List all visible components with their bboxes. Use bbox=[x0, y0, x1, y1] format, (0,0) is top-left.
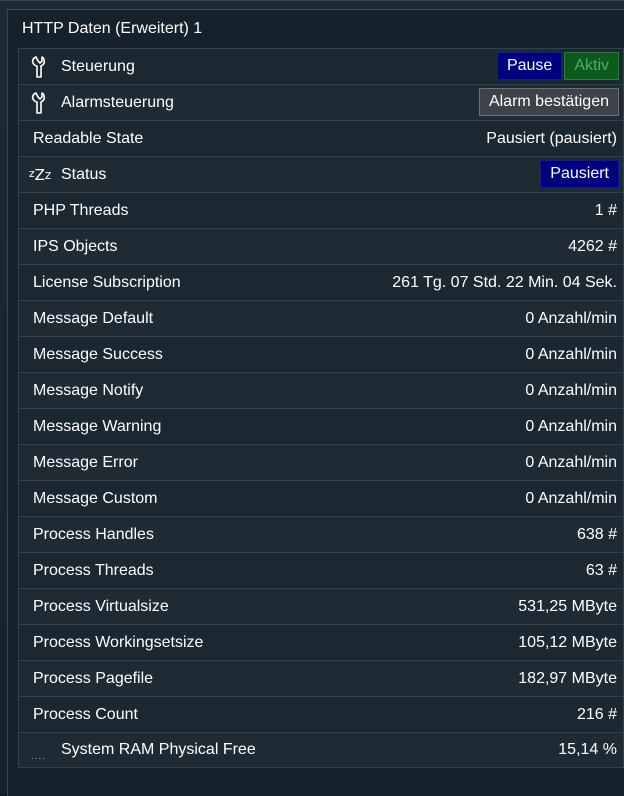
row-value: 105,12 MByte bbox=[518, 633, 617, 651]
variable-table: Steuerung Pause Aktiv Alarmsteuerung Ala… bbox=[18, 48, 624, 768]
row-label: Readable State bbox=[33, 129, 144, 147]
row-label: Message Notify bbox=[33, 381, 144, 399]
aktiv-button[interactable]: Aktiv bbox=[564, 52, 619, 80]
row-status: zZz Status Pausiert bbox=[18, 156, 624, 192]
wrench-icon bbox=[25, 85, 55, 121]
row-value: 0 Anzahl/min bbox=[525, 381, 617, 399]
row-message-notify: Message Notify 0 Anzahl/min bbox=[18, 372, 624, 408]
row-label: Message Error bbox=[33, 453, 138, 471]
row-process-virtualsize: Process Virtualsize 531,25 MByte bbox=[18, 588, 624, 624]
row-label: Message Default bbox=[33, 309, 154, 327]
row-message-success: Message Success 0 Anzahl/min bbox=[18, 336, 624, 372]
row-label: Status bbox=[61, 165, 107, 183]
row-readable-state: Readable State Pausiert (pausiert) bbox=[18, 120, 624, 156]
row-process-threads: Process Threads 63 # bbox=[18, 552, 624, 588]
widget-title: HTTP Daten (Erweitert) 1 bbox=[22, 20, 203, 37]
pause-button[interactable]: Pause bbox=[496, 52, 563, 80]
row-process-count: Process Count 216 # bbox=[18, 696, 624, 732]
row-value: 182,97 MByte bbox=[518, 669, 617, 687]
row-label: IPS Objects bbox=[33, 237, 118, 255]
row-value: 0 Anzahl/min bbox=[525, 489, 617, 507]
row-process-pagefile: Process Pagefile 182,97 MByte bbox=[18, 660, 624, 696]
steuerung-button-group: Pause Aktiv bbox=[496, 52, 619, 80]
wrench-icon bbox=[25, 49, 55, 85]
row-label: Process Virtualsize bbox=[33, 597, 169, 615]
row-label: Message Warning bbox=[33, 417, 162, 435]
alarm-confirm-button[interactable]: Alarm bestätigen bbox=[478, 88, 619, 116]
row-label: Alarmsteuerung bbox=[61, 93, 174, 111]
row-license-subscription: License Subscription 261 Tg. 07 Std. 22 … bbox=[18, 264, 624, 300]
row-process-workingsetsize: Process Workingsetsize 105,12 MByte bbox=[18, 624, 624, 660]
widget-panel: HTTP Daten (Erweitert) 1 Steuerung Pause… bbox=[7, 9, 624, 796]
row-label: License Subscription bbox=[33, 273, 181, 291]
row-label: Process Count bbox=[33, 705, 138, 723]
row-label: PHP Threads bbox=[33, 201, 129, 219]
row-message-custom: Message Custom 0 Anzahl/min bbox=[18, 480, 624, 516]
alarm-button-group: Alarm bestätigen bbox=[478, 88, 619, 116]
row-alarmsteuerung: Alarmsteuerung Alarm bestätigen bbox=[18, 84, 624, 120]
row-value: 0 Anzahl/min bbox=[525, 309, 617, 327]
row-value: 1 # bbox=[594, 201, 617, 219]
window-frame: HTTP Daten (Erweitert) 1 Steuerung Pause… bbox=[0, 0, 624, 796]
row-label: Process Handles bbox=[33, 525, 154, 543]
sleep-icon: zZz bbox=[28, 166, 52, 184]
row-value: 15,14 % bbox=[558, 741, 617, 758]
row-php-threads: PHP Threads 1 # bbox=[18, 192, 624, 228]
row-process-handles: Process Handles 638 # bbox=[18, 516, 624, 552]
row-value: 216 # bbox=[576, 705, 617, 723]
status-pausiert-button[interactable]: Pausiert bbox=[540, 160, 619, 188]
row-value: 531,25 MByte bbox=[518, 597, 617, 615]
row-label: Message Success bbox=[33, 345, 163, 363]
row-message-warning: Message Warning 0 Anzahl/min bbox=[18, 408, 624, 444]
row-message-default: Message Default 0 Anzahl/min bbox=[18, 300, 624, 336]
row-message-error: Message Error 0 Anzahl/min bbox=[18, 444, 624, 480]
row-value: 638 # bbox=[576, 525, 617, 543]
row-label: Process Workingsetsize bbox=[33, 633, 204, 651]
row-value: 4262 # bbox=[568, 237, 617, 255]
row-value: 0 Anzahl/min bbox=[525, 453, 617, 471]
status-button-group: Pausiert bbox=[540, 160, 619, 188]
row-value: 0 Anzahl/min bbox=[525, 417, 617, 435]
row-steuerung: Steuerung Pause Aktiv bbox=[18, 48, 624, 84]
row-label: Process Threads bbox=[33, 561, 154, 579]
row-value: 63 # bbox=[585, 561, 617, 579]
row-value: 261 Tg. 07 Std. 22 Min. 04 Sek. bbox=[392, 273, 617, 291]
row-value: 0 Anzahl/min bbox=[525, 345, 617, 363]
row-ips-objects: IPS Objects 4262 # bbox=[18, 228, 624, 264]
row-system-ram-free: .... System RAM Physical Free 15,14 % bbox=[18, 732, 624, 768]
row-label: Process Pagefile bbox=[33, 669, 154, 687]
dots-icon: .... bbox=[31, 751, 47, 762]
row-value: Pausiert (pausiert) bbox=[486, 129, 617, 147]
row-label: Message Custom bbox=[33, 489, 158, 507]
row-label: System RAM Physical Free bbox=[61, 741, 256, 758]
row-label: Steuerung bbox=[61, 57, 135, 75]
